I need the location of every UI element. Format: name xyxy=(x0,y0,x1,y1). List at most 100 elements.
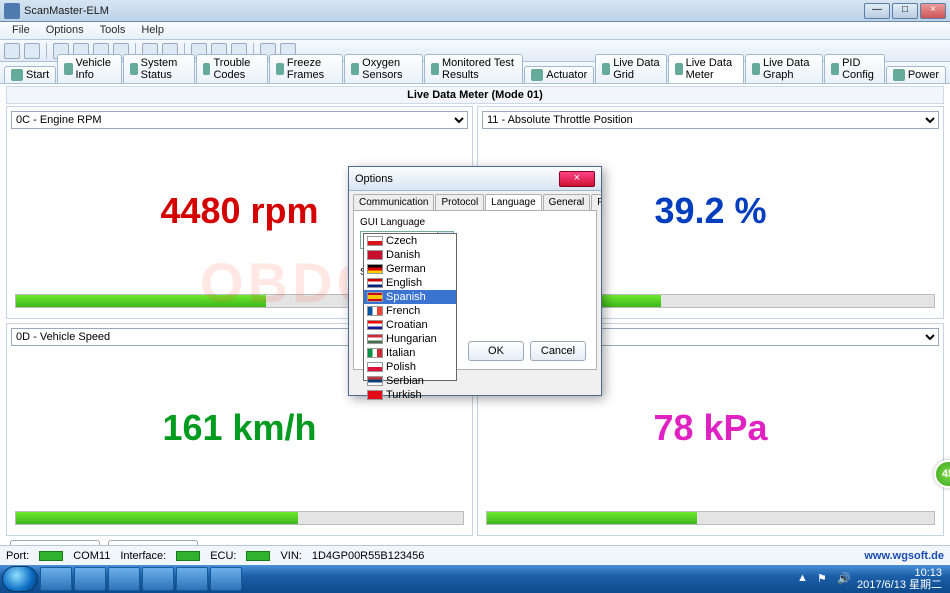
tab-label: Vehicle Info xyxy=(76,57,115,81)
language-option-danish[interactable]: Danish xyxy=(364,248,456,262)
panel-title: Live Data Meter (Mode 01) xyxy=(6,86,944,104)
language-option-label: French xyxy=(386,305,420,317)
language-option-label: Danish xyxy=(386,249,420,261)
taskbar-clock[interactable]: 10:13 2017/6/13 星期二 xyxy=(857,567,942,591)
clock-time: 10:13 xyxy=(857,567,942,579)
language-option-english[interactable]: English xyxy=(364,276,456,290)
tab-live-data-graph[interactable]: Live Data Graph xyxy=(745,54,823,83)
options-tab-language[interactable]: Language xyxy=(485,194,542,210)
language-option-serbian[interactable]: Serbian xyxy=(364,374,456,388)
toolbar-disconnect-icon[interactable] xyxy=(24,43,40,59)
options-title-bar: Options × xyxy=(349,167,601,191)
flag-icon xyxy=(367,250,383,260)
tab-system-status[interactable]: System Status xyxy=(123,54,195,83)
taskbar-item[interactable] xyxy=(40,567,72,591)
options-tab-communication[interactable]: Communication xyxy=(353,194,434,210)
tab-label: Live Data Grid xyxy=(613,57,659,81)
tab-power[interactable]: Power xyxy=(886,66,946,83)
status-link[interactable]: www.wgsoft.de xyxy=(864,550,944,562)
tray-volume-icon[interactable]: 🔊 xyxy=(837,572,851,586)
ok-button[interactable]: OK xyxy=(468,341,524,361)
cancel-button[interactable]: Cancel xyxy=(530,341,586,361)
flag-icon xyxy=(367,236,383,246)
options-tab-general[interactable]: General xyxy=(543,194,591,210)
taskbar-item[interactable] xyxy=(176,567,208,591)
maximize-button[interactable]: □ xyxy=(892,3,918,19)
tab-icon xyxy=(675,63,683,75)
tab-label: PID Config xyxy=(842,57,878,81)
language-option-polish[interactable]: Polish xyxy=(364,360,456,374)
tab-pid-config[interactable]: PID Config xyxy=(824,54,885,83)
flag-icon xyxy=(367,334,383,344)
language-option-czech[interactable]: Czech xyxy=(364,234,456,248)
meter-bar-fill xyxy=(16,512,298,524)
menu-options[interactable]: Options xyxy=(38,22,92,39)
options-close-button[interactable]: × xyxy=(559,171,595,187)
meter-bar xyxy=(15,511,464,525)
tab-label: Monitored Test Results xyxy=(442,57,516,81)
tab-icon xyxy=(602,63,610,75)
flag-icon xyxy=(367,348,383,358)
taskbar-item[interactable] xyxy=(74,567,106,591)
status-bar: Port: COM11 Interface: ECU: VIN: 1D4GP00… xyxy=(0,545,950,565)
options-tab-pids[interactable]: PIDs xyxy=(591,194,601,210)
flag-icon xyxy=(367,362,383,372)
tab-icon xyxy=(752,63,760,75)
options-dialog: Options × CommunicationProtocolLanguageG… xyxy=(348,166,602,396)
tab-label: Live Data Meter xyxy=(686,57,737,81)
language-option-label: Serbian xyxy=(386,375,424,387)
tab-label: Actuator xyxy=(546,69,587,81)
tab-live-data-meter[interactable]: Live Data Meter xyxy=(668,54,744,83)
language-option-croatian[interactable]: Croatian xyxy=(364,318,456,332)
tab-label: Oxygen Sensors xyxy=(362,57,416,81)
toolbar-separator xyxy=(46,43,47,59)
language-option-label: Spanish xyxy=(386,291,426,303)
tab-freeze-frames[interactable]: Freeze Frames xyxy=(269,54,343,83)
taskbar-item[interactable] xyxy=(142,567,174,591)
tab-live-data-grid[interactable]: Live Data Grid xyxy=(595,54,666,83)
tab-oxygen-sensors[interactable]: Oxygen Sensors xyxy=(344,54,423,83)
status-ecu-label: ECU: xyxy=(210,550,236,562)
tab-monitored-test-results[interactable]: Monitored Test Results xyxy=(424,54,523,83)
tray-icon[interactable]: ▲ xyxy=(797,572,811,586)
close-button[interactable]: × xyxy=(920,3,946,19)
tab-icon xyxy=(276,63,284,75)
language-option-spanish[interactable]: Spanish xyxy=(364,290,456,304)
tray-network-icon[interactable]: ⚑ xyxy=(817,572,831,586)
tab-trouble-codes[interactable]: Trouble Codes xyxy=(196,54,268,83)
menu-help[interactable]: Help xyxy=(133,22,172,39)
language-option-german[interactable]: German xyxy=(364,262,456,276)
status-ecu-led xyxy=(246,551,270,561)
tab-vehicle-info[interactable]: Vehicle Info xyxy=(57,54,121,83)
language-option-hungarian[interactable]: Hungarian xyxy=(364,332,456,346)
language-option-italian[interactable]: Italian xyxy=(364,346,456,360)
flag-icon xyxy=(367,278,383,288)
pid-select[interactable]: 11 - Absolute Throttle Position xyxy=(482,111,939,129)
status-port-led xyxy=(39,551,63,561)
pid-select[interactable]: 0C - Engine RPM xyxy=(11,111,468,129)
taskbar-item[interactable] xyxy=(210,567,242,591)
tab-actuator[interactable]: Actuator xyxy=(524,66,594,83)
language-option-label: Polish xyxy=(386,361,416,373)
windows-taskbar: ▲ ⚑ 🔊 10:13 2017/6/13 星期二 xyxy=(0,565,950,593)
menu-file[interactable]: File xyxy=(4,22,38,39)
flag-icon xyxy=(367,292,383,302)
menu-tools[interactable]: Tools xyxy=(92,22,134,39)
language-option-turkish[interactable]: Turkish xyxy=(364,388,456,402)
language-option-label: German xyxy=(386,263,426,275)
flag-icon xyxy=(367,264,383,274)
meter-bar xyxy=(486,511,935,525)
start-button[interactable] xyxy=(2,566,38,592)
options-tab-protocol[interactable]: Protocol xyxy=(435,194,484,210)
tab-icon xyxy=(531,69,543,81)
tab-label: Trouble Codes xyxy=(213,57,260,81)
app-icon xyxy=(4,3,20,19)
clock-date: 2017/6/13 星期二 xyxy=(857,579,942,591)
language-option-french[interactable]: French xyxy=(364,304,456,318)
minimize-button[interactable]: — xyxy=(864,3,890,19)
toolbar-connect-icon[interactable] xyxy=(4,43,20,59)
taskbar-item[interactable] xyxy=(108,567,140,591)
language-option-label: Turkish xyxy=(386,389,422,401)
tab-icon xyxy=(351,63,359,75)
tab-start[interactable]: Start xyxy=(4,66,56,83)
